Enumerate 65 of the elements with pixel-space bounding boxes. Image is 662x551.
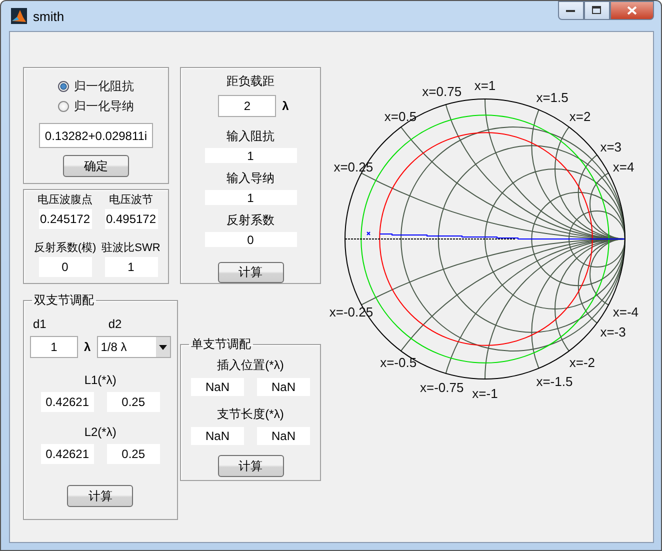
radio-option[interactable]: 归一化阻抗 [58, 76, 134, 96]
reactance-label: x=-4 [612, 304, 639, 320]
reactance-label: x=-2 [569, 355, 596, 370]
output-field: 0.42621 [40, 392, 94, 412]
field-label: d2 [108, 317, 122, 331]
output-field: 1 [204, 190, 296, 206]
output-field: NaN [191, 378, 244, 396]
field-label: L2(*λ) [84, 425, 116, 439]
reactance-label: x=-3 [600, 324, 626, 340]
reactance-label: x=0.5 [384, 108, 417, 124]
output-field: 0 [204, 232, 296, 248]
reactance-label: x=-0.5 [380, 355, 417, 370]
reactance-label: x=1.5 [536, 90, 568, 105]
confirm-button[interactable]: 确定 [63, 155, 129, 177]
calculate-button[interactable]: 计算 [67, 485, 134, 507]
field-label: d1 [33, 317, 46, 331]
reactance-label: x=-1.5 [536, 374, 573, 390]
reactance-label: x=-0.75 [420, 380, 464, 395]
reactance-label: x=4 [612, 160, 634, 175]
reactance-label: x=0.75 [422, 84, 462, 100]
maximize-button[interactable] [584, 1, 610, 20]
output-field: 0.25 [106, 392, 160, 412]
impedance-input[interactable]: 0.13282+0.029811i [39, 123, 153, 148]
field-label: 驻波比SWR [102, 240, 160, 254]
minimize-icon [566, 8, 576, 12]
distance-input[interactable]: 2 [218, 95, 276, 117]
radio-option[interactable]: 归一化导纳 [58, 96, 134, 116]
calculate-button[interactable]: 计算 [218, 455, 284, 477]
field-label: 输入阻抗 [226, 128, 274, 145]
output-field: NaN [257, 427, 310, 445]
reactance-label: x=3 [600, 140, 622, 155]
field-label: L1(*λ) [84, 373, 116, 387]
reactance-label: x=-1 [472, 386, 498, 401]
app-icon [11, 8, 27, 24]
output-field: 1 [204, 148, 296, 164]
output-field: 0.42621 [40, 444, 94, 464]
field-label: 反射系数 [226, 212, 274, 230]
unit-label: λ [84, 340, 91, 354]
window-title: smith [33, 8, 64, 24]
output-field: 1 [104, 256, 158, 276]
reactance-label: x=1 [474, 79, 496, 93]
minimize-button[interactable] [558, 1, 584, 20]
field-label: 距负载距 [226, 73, 274, 90]
reactance-label: x=2 [569, 108, 591, 124]
d1-input[interactable]: 1 [30, 336, 78, 358]
calculate-button[interactable]: 计算 [218, 262, 284, 284]
field-label: 电压波节 [109, 193, 153, 207]
maximize-icon [592, 6, 602, 15]
output-field: 0.495172 [104, 209, 158, 229]
field-label: 反射系数(模) [34, 240, 96, 254]
close-icon [627, 6, 637, 15]
d2-dropdown[interactable]: 1/8 λ [96, 336, 171, 358]
field-label: 插入位置(*λ) [217, 357, 284, 374]
output-field: NaN [257, 378, 310, 396]
output-field: NaN [191, 427, 244, 445]
field-label: 支节长度(*λ) [217, 406, 284, 423]
output-field: 0 [38, 256, 92, 276]
close-button[interactable] [610, 1, 654, 20]
unit-label: λ [282, 99, 289, 113]
output-field: 0.25 [106, 444, 160, 464]
field-label: 输入导纳 [226, 170, 274, 188]
group-title: 双支节调配 [33, 292, 95, 309]
group-title: 单支节调配 [190, 336, 252, 353]
output-field: 0.245172 [38, 209, 92, 229]
field-label: 电压波腹点 [38, 192, 92, 207]
